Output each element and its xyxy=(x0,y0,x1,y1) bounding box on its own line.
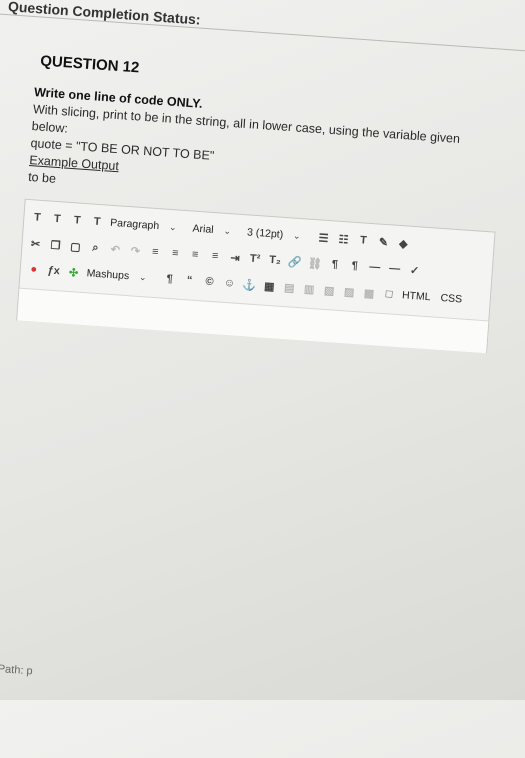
link-icon[interactable]: 🔗 xyxy=(287,253,303,270)
spellcheck-icon[interactable]: ✓ xyxy=(407,262,422,279)
quote-icon[interactable]: “ xyxy=(182,272,197,289)
undo-icon[interactable]: ↶ xyxy=(108,241,123,258)
eraser-icon[interactable]: ◆ xyxy=(396,235,411,252)
fullscreen-icon[interactable]: □ xyxy=(382,286,397,303)
dash-icon[interactable]: — xyxy=(387,260,402,277)
paragraph-select[interactable]: Paragraph xyxy=(110,217,164,233)
strike-t-icon[interactable]: T xyxy=(90,213,105,230)
page-scene: Question Completion Status: QUESTION 12 … xyxy=(0,0,525,758)
bullet-list-icon[interactable]: ☰ xyxy=(316,229,331,246)
mashups-select[interactable]: Mashups xyxy=(86,267,133,282)
table-col-icon[interactable]: ▥ xyxy=(302,280,317,297)
font-size-select[interactable]: 3 (12pt) xyxy=(247,226,288,241)
editor-path: Path: p xyxy=(0,663,34,678)
table-cell-icon[interactable]: ▧ xyxy=(322,282,337,299)
table-row-icon[interactable]: ▤ xyxy=(282,279,297,296)
paste-icon[interactable]: ▢ xyxy=(68,238,83,255)
table-split-icon[interactable]: ▩ xyxy=(362,285,377,302)
chevron-down-icon[interactable]: ⌄ xyxy=(139,271,147,282)
redo-icon[interactable]: ↷ xyxy=(128,242,143,259)
copyright-icon[interactable]: © xyxy=(202,273,217,290)
table-merge-icon[interactable]: ▨ xyxy=(342,283,357,300)
unlink-icon[interactable]: ⛓ xyxy=(307,255,322,272)
mashups-icon[interactable]: ✣ xyxy=(66,264,81,281)
horizontal-rule-icon[interactable]: — xyxy=(367,259,382,276)
subscript-icon[interactable]: T₂ xyxy=(267,252,282,269)
highlight-pen-icon[interactable]: ✎ xyxy=(376,233,391,250)
ltr-icon[interactable]: ¶ xyxy=(327,256,342,273)
font-select[interactable]: Arial xyxy=(192,223,218,237)
table-icon[interactable]: ▦ xyxy=(262,278,277,295)
chevron-down-icon[interactable]: ⌄ xyxy=(223,225,231,236)
chevron-down-icon[interactable]: ⌄ xyxy=(169,221,177,232)
chevron-down-icon[interactable]: ⌄ xyxy=(293,230,301,241)
align-right-icon[interactable]: ≡ xyxy=(188,246,203,263)
align-justify-icon[interactable]: ≡ xyxy=(208,248,223,265)
underline-t-icon[interactable]: T xyxy=(70,212,85,229)
cut-icon[interactable]: ✂ xyxy=(28,235,43,252)
emoji-icon[interactable]: ☺ xyxy=(222,275,237,292)
html-button[interactable]: HTML xyxy=(402,289,435,303)
bold-t-icon[interactable]: T xyxy=(30,209,45,226)
copy-icon[interactable]: ❐ xyxy=(48,237,63,254)
formula-icon[interactable]: ƒx xyxy=(46,262,61,279)
record-icon[interactable]: ● xyxy=(26,261,41,278)
css-button[interactable]: CSS xyxy=(440,292,466,306)
indent-icon[interactable]: ⇥ xyxy=(228,249,243,266)
superscript-icon[interactable]: T² xyxy=(248,250,263,267)
align-center-icon[interactable]: ≡ xyxy=(168,245,183,262)
align-left-icon[interactable]: ≡ xyxy=(148,244,163,261)
numbered-list-icon[interactable]: ☷ xyxy=(336,231,351,248)
text-color-icon[interactable]: T xyxy=(356,232,371,249)
find-icon[interactable]: ⌕ xyxy=(88,239,103,256)
anchor-icon[interactable]: ⚓ xyxy=(242,276,257,293)
italic-t-icon[interactable]: T xyxy=(50,211,65,228)
paragraph-mark-icon[interactable]: ¶ xyxy=(162,271,177,288)
rtl-icon[interactable]: ¶ xyxy=(347,257,362,274)
